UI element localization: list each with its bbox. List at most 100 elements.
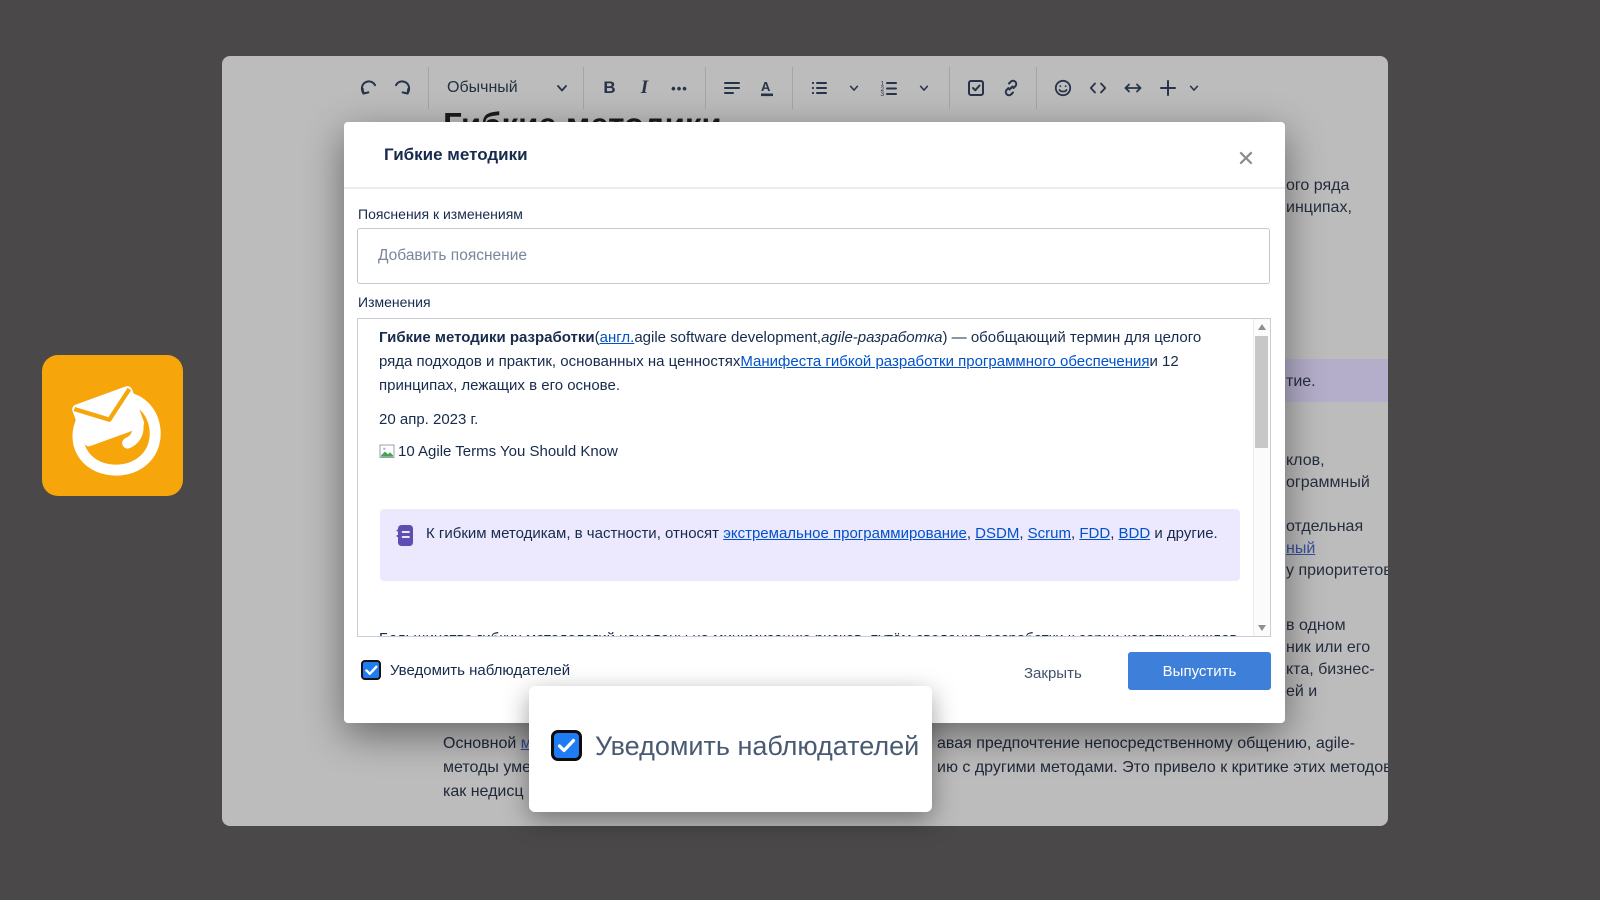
width-arrows-icon — [1122, 78, 1144, 98]
email-app-icon[interactable] — [42, 355, 183, 496]
layout-width-button[interactable] — [1115, 70, 1150, 106]
clipped-paragraph: Большинство гибких методологий нацелены … — [379, 630, 1239, 637]
italic-button[interactable]: I — [627, 70, 662, 106]
preview-paragraph: Гибкие методики разработки(англ.agile so… — [379, 326, 1235, 398]
bg-paragraph-line: ию с другими методами. Это привело к кри… — [937, 759, 1388, 777]
insert-button[interactable] — [1150, 70, 1185, 106]
publish-dialog: Гибкие методики ✕ Пояснения к изменениям… — [344, 122, 1285, 723]
text-style-select[interactable]: Обычный — [437, 79, 575, 97]
toolbar-divider — [792, 67, 793, 109]
lang-link[interactable]: англ. — [600, 329, 635, 346]
editor-toolbar: Обычный B I ••• A — [350, 64, 1203, 112]
notify-watchers-checkbox[interactable] — [361, 660, 381, 680]
task-list-icon — [966, 78, 986, 98]
bg-paragraph-line: авая предпочтение непосредственному обще… — [937, 735, 1355, 753]
scrollbar-down-arrow[interactable] — [1258, 625, 1266, 631]
bold-button[interactable]: B — [592, 70, 627, 106]
bg-paragraph-line: методы уме — [443, 759, 531, 777]
bg-text-fragment: тие. — [1286, 373, 1316, 391]
manifesto-link[interactable]: Манифеста гибкой разработки программного… — [740, 353, 1149, 370]
redo-icon — [392, 77, 414, 99]
scrollbar-thumb[interactable] — [1255, 336, 1268, 448]
bdd-link[interactable]: BDD — [1119, 525, 1151, 542]
preview-italic-term: agile-разработка — [821, 329, 942, 346]
bg-text-fragment: ей и — [1286, 683, 1317, 701]
bg-paragraph-line: Основной м — [443, 735, 532, 753]
link-icon — [1001, 78, 1021, 98]
bg-link-fragment[interactable]: ный — [1286, 540, 1315, 558]
envelope-swirl-icon — [52, 365, 174, 487]
preview-date: 20 апр. 2023 г. — [379, 411, 478, 428]
toolbar-divider — [583, 67, 584, 109]
link-button[interactable] — [993, 70, 1028, 106]
bg-text-fragment: отдельная — [1286, 518, 1363, 536]
broken-image-line: 10 Agile Terms You Should Know — [379, 443, 618, 460]
preview-scrollbar[interactable] — [1253, 319, 1270, 636]
close-icon[interactable]: ✕ — [1229, 142, 1263, 176]
chevron-down-icon — [1188, 82, 1200, 94]
dsdm-link[interactable]: DSDM — [975, 525, 1019, 542]
text-style-value: Обычный — [447, 79, 518, 97]
bg-text-fragment: у приоритетов — [1286, 562, 1388, 580]
xp-link[interactable]: экстремальное программирование — [723, 525, 967, 542]
bullet-list-button[interactable] — [801, 70, 836, 106]
bullet-list-icon — [809, 78, 829, 98]
scrum-link[interactable]: Scrum — [1028, 525, 1071, 542]
publish-button[interactable]: Выпустить — [1128, 652, 1271, 690]
emoji-icon — [1053, 78, 1073, 98]
text-color-button[interactable]: A — [749, 70, 784, 106]
redo-button[interactable] — [385, 70, 420, 106]
alignment-button[interactable] — [714, 70, 749, 106]
scrollbar-up-arrow[interactable] — [1258, 324, 1266, 330]
plus-icon — [1158, 78, 1178, 98]
task-list-button[interactable] — [958, 70, 993, 106]
bg-text-fragment: ого ряда — [1286, 177, 1349, 195]
insert-expand-button[interactable] — [1185, 70, 1203, 106]
notify-watchers-checkbox-row[interactable]: Уведомить наблюдателей — [361, 660, 570, 680]
chevron-down-icon — [555, 81, 569, 95]
note-icon — [396, 524, 415, 547]
alignment-icon — [722, 78, 742, 98]
toolbar-divider — [1036, 67, 1037, 109]
code-button[interactable] — [1080, 70, 1115, 106]
bg-text-fragment: ограммный — [1286, 474, 1370, 492]
checkmark-icon — [365, 665, 378, 676]
fdd-link[interactable]: FDD — [1079, 525, 1110, 542]
checkmark-icon — [557, 738, 576, 754]
comment-label: Пояснения к изменениям — [358, 206, 523, 222]
magnifier-tooltip: Уведомить наблюдателей — [529, 686, 932, 812]
bullet-list-expand-button[interactable] — [836, 70, 871, 106]
magnified-notify-checkbox[interactable] — [551, 730, 582, 761]
info-panel: К гибким методикам, в частности, относят… — [380, 509, 1240, 581]
toolbar-divider — [705, 67, 706, 109]
bg-paragraph-line: как недисц — [443, 783, 524, 801]
chevron-down-icon — [918, 82, 930, 94]
broken-image-icon — [379, 443, 396, 460]
svg-text:A: A — [761, 79, 771, 94]
bg-text-fragment: ник или его — [1286, 639, 1370, 657]
comment-input[interactable] — [357, 228, 1270, 284]
numbered-list-expand-button[interactable] — [906, 70, 941, 106]
toolbar-divider — [949, 67, 950, 109]
info-panel-text: К гибким методикам, в частности, относят… — [426, 522, 1220, 545]
emoji-button[interactable] — [1045, 70, 1080, 106]
svg-text:3: 3 — [880, 91, 884, 98]
text-color-icon: A — [757, 78, 777, 98]
dialog-header: Гибкие методики — [344, 122, 1285, 189]
page-title-clipped: Гибкие методики — [443, 106, 722, 122]
numbered-list-button[interactable]: 1 2 3 — [871, 70, 906, 106]
more-formatting-button[interactable]: ••• — [662, 70, 697, 106]
changes-label: Изменения — [358, 294, 431, 310]
chevron-down-icon — [848, 82, 860, 94]
undo-icon — [357, 77, 379, 99]
bg-text-fragment: в одном — [1286, 617, 1346, 635]
toolbar-divider — [428, 67, 429, 109]
bg-text-fragment: клов, — [1286, 452, 1325, 470]
close-button[interactable]: Закрыть — [1006, 657, 1100, 690]
code-icon — [1088, 78, 1108, 98]
undo-button[interactable] — [350, 70, 385, 106]
bg-text-fragment: инципах, — [1286, 199, 1352, 217]
preview-bold-term: Гибкие методики разработки — [379, 329, 595, 346]
image-alt-text: 10 Agile Terms You Should Know — [398, 443, 618, 460]
magnified-notify-label: Уведомить наблюдателей — [595, 731, 919, 762]
